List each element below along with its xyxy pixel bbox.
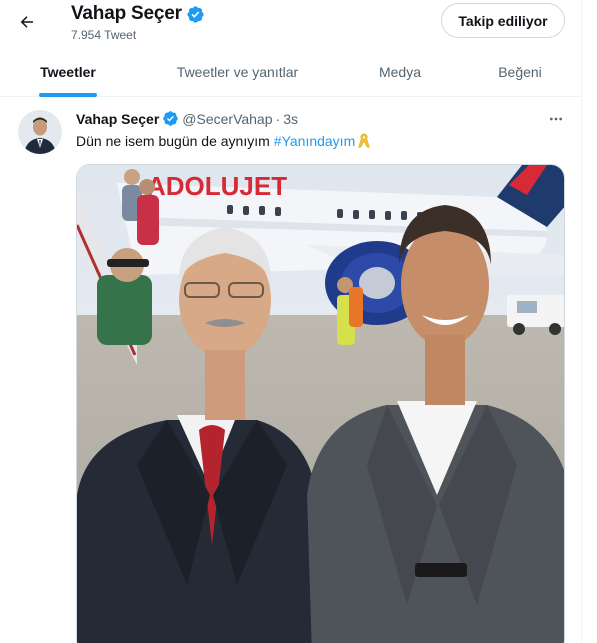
tab-likes[interactable]: Beğeni [482, 48, 558, 96]
tab-media[interactable]: Medya [360, 48, 440, 96]
more-horizontal-icon [550, 117, 562, 121]
arrow-left-icon [20, 16, 33, 28]
profile-tabs: Tweetler Tweetler ve yanıtlar Medya Beğe… [0, 48, 581, 97]
verified-badge-icon [163, 111, 179, 126]
following-button[interactable]: Takip ediliyor [441, 3, 565, 38]
tab-tweets-and-replies[interactable]: Tweetler ve yanıtlar [160, 48, 315, 96]
active-tab-indicator [39, 93, 97, 97]
yellow-ribbon-icon [357, 133, 371, 149]
tweet-body: Dün ne isem bugün de aynıyım [76, 133, 270, 149]
tweet-text: Dün ne isem bugün de aynıyım #Yanındayım [76, 133, 371, 149]
hashtag-link[interactable]: #Yanındayım [274, 133, 355, 149]
tab-tweets[interactable]: Tweetler [28, 48, 108, 96]
tweet-header: Vahap Seçer @SecerVahap · 3s [76, 110, 298, 127]
more-button[interactable] [546, 110, 566, 128]
tweet-photo[interactable]: ADOLUJET [76, 164, 565, 643]
tweet-timestamp[interactable]: 3s [283, 111, 298, 127]
tweet-author-name[interactable]: Vahap Seçer [76, 111, 159, 127]
separator-dot: · [275, 110, 281, 127]
header-title: Vahap Seçer [71, 3, 205, 25]
tweet-count: 7.954 Tweet [71, 28, 137, 42]
profile-name: Vahap Seçer [71, 3, 182, 24]
photo-airline-text: ADOLUJET [147, 171, 287, 201]
tweet[interactable]: Vahap Seçer @SecerVahap · 3s Dün ne isem… [0, 98, 581, 643]
back-button[interactable] [10, 5, 44, 39]
tweet-author-handle[interactable]: @SecerVahap [182, 111, 272, 127]
tweet-photo-image: ADOLUJET [77, 165, 564, 643]
right-gutter [582, 0, 597, 643]
profile-header: Vahap Seçer 7.954 Tweet Takip ediliyor [0, 0, 581, 48]
profile-column: Vahap Seçer 7.954 Tweet Takip ediliyor T… [0, 0, 582, 643]
avatar[interactable] [18, 110, 62, 154]
verified-badge-icon [187, 5, 204, 23]
